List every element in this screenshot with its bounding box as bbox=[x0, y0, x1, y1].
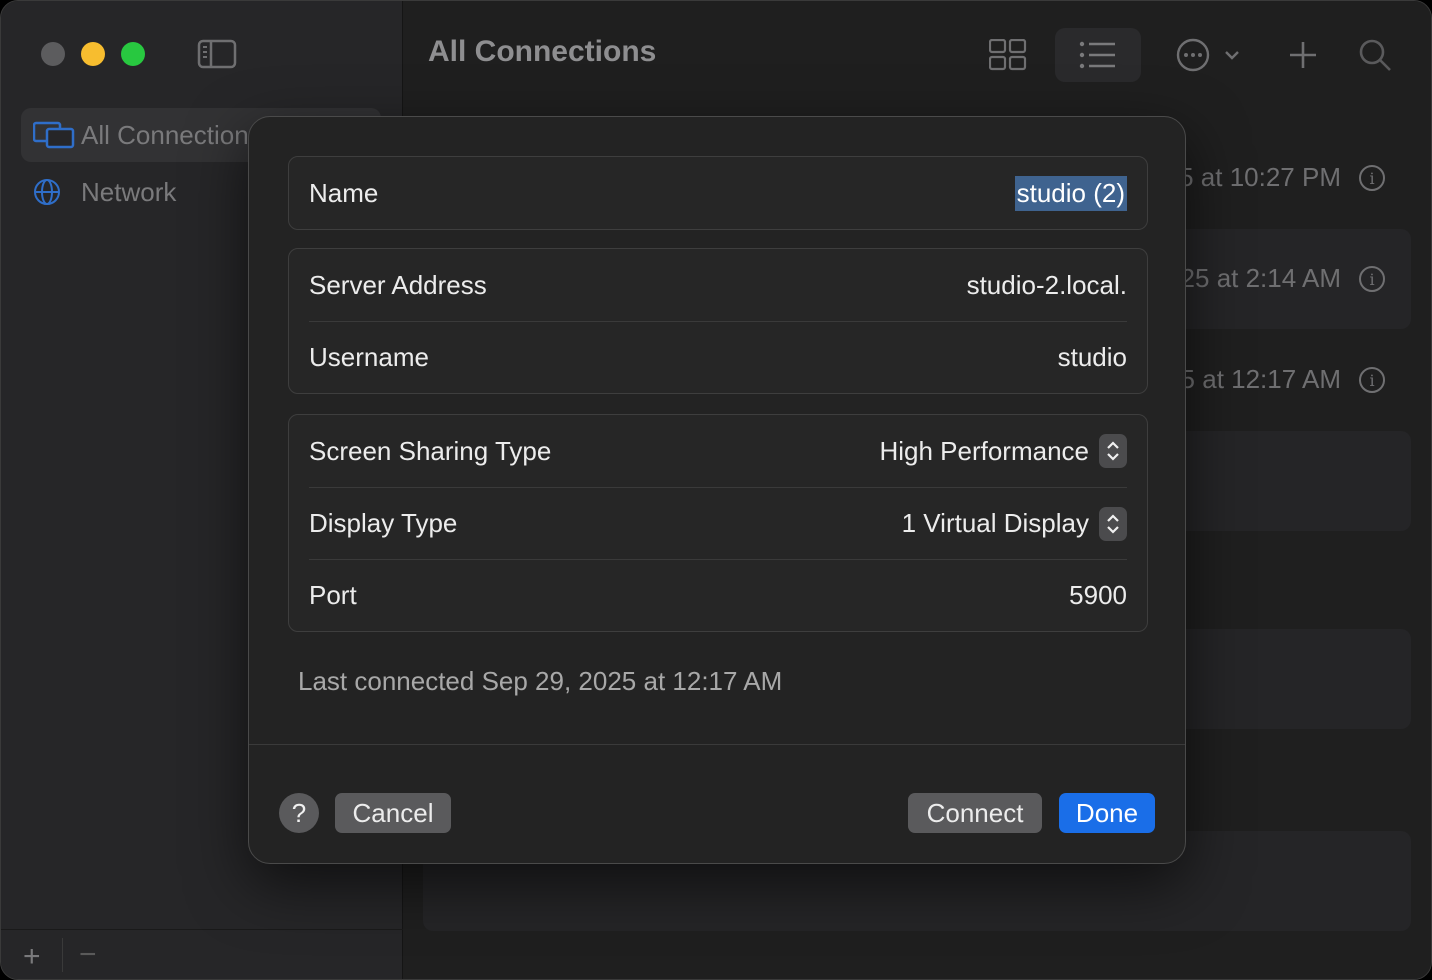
display-type-label: Display Type bbox=[309, 508, 458, 538]
maximize-window-button[interactable] bbox=[121, 42, 145, 66]
name-field[interactable]: studio (2) bbox=[1014, 175, 1127, 211]
sidebar-item-label: All Connections bbox=[81, 119, 262, 150]
help-button[interactable]: ? bbox=[279, 793, 319, 833]
username-row: Username studio bbox=[309, 321, 1127, 393]
server-address-field[interactable]: studio-2.local. bbox=[967, 270, 1127, 301]
close-window-button[interactable] bbox=[41, 42, 65, 66]
connection-settings-dialog: Name studio (2) Server Address studio-2.… bbox=[248, 116, 1186, 864]
list-view-button[interactable] bbox=[1055, 28, 1141, 82]
sidebar-item-label: Network bbox=[81, 176, 177, 207]
remove-connection-button[interactable]: − bbox=[79, 938, 97, 972]
divider bbox=[62, 938, 63, 972]
more-actions-button[interactable] bbox=[1173, 28, 1243, 82]
display-type-select[interactable]: 1 Virtual Display bbox=[901, 506, 1127, 541]
divider bbox=[249, 744, 1185, 745]
name-row: Name studio (2) bbox=[309, 157, 1127, 229]
display-type-row: Display Type 1 Virtual Display bbox=[309, 487, 1127, 559]
username-field[interactable]: studio bbox=[1058, 342, 1127, 373]
sidebar-footer: + − bbox=[1, 929, 403, 979]
info-icon[interactable]: i bbox=[1359, 367, 1385, 393]
name-group: Name studio (2) bbox=[288, 156, 1148, 230]
minimize-window-button[interactable] bbox=[81, 42, 105, 66]
screen-sharing-type-row: Screen Sharing Type High Performance bbox=[309, 415, 1127, 487]
list-view-icon bbox=[1079, 41, 1115, 69]
port-label: Port bbox=[309, 580, 357, 610]
screen-sharing-type-select[interactable]: High Performance bbox=[879, 434, 1127, 468]
last-connected-date: 5 at 12:17 AM bbox=[1180, 364, 1341, 394]
cancel-button[interactable]: Cancel bbox=[335, 793, 451, 833]
app-window: All Connections Network + − All Connecti… bbox=[0, 0, 1432, 980]
info-icon[interactable]: i bbox=[1359, 266, 1385, 292]
last-connected-date: 25 at 2:14 AM bbox=[1180, 263, 1341, 293]
display-group: Screen Sharing Type High Performance Dis… bbox=[288, 414, 1148, 632]
page-title: All Connections bbox=[428, 35, 657, 68]
chevron-up-down-icon[interactable] bbox=[1099, 434, 1127, 468]
port-field[interactable]: 5900 bbox=[1069, 580, 1127, 611]
more-icon bbox=[1176, 38, 1239, 72]
server-group: Server Address studio-2.local. Username … bbox=[288, 248, 1148, 394]
screen-sharing-type-label: Screen Sharing Type bbox=[309, 435, 552, 466]
add-icon bbox=[1290, 42, 1316, 68]
add-button[interactable] bbox=[1283, 28, 1323, 82]
username-label: Username bbox=[309, 342, 429, 372]
grid-view-button[interactable] bbox=[983, 28, 1033, 82]
port-row: Port 5900 bbox=[309, 559, 1127, 631]
displays-icon bbox=[33, 120, 77, 150]
server-address-row: Server Address studio-2.local. bbox=[309, 249, 1127, 321]
name-label: Name bbox=[309, 177, 379, 208]
connect-button[interactable]: Connect bbox=[908, 793, 1042, 833]
display-type-value: 1 Virtual Display bbox=[901, 508, 1089, 538]
info-icon[interactable]: i bbox=[1359, 165, 1385, 191]
grid-view-icon bbox=[989, 39, 1027, 71]
add-connection-button[interactable]: + bbox=[23, 940, 41, 974]
sidebar-toggle-icon[interactable] bbox=[197, 39, 237, 69]
done-button[interactable]: Done bbox=[1059, 793, 1155, 833]
chevron-up-down-icon[interactable] bbox=[1099, 506, 1127, 541]
server-address-label: Server Address bbox=[309, 269, 487, 300]
screen-sharing-type-value: High Performance bbox=[879, 435, 1089, 466]
last-connected-text: Last connected Sep 29, 2025 at 12:17 AM bbox=[298, 666, 783, 696]
globe-icon bbox=[33, 177, 77, 207]
search-button[interactable] bbox=[1355, 28, 1395, 82]
last-connected-date: 5 at 10:27 PM bbox=[1179, 162, 1341, 192]
search-icon bbox=[1359, 39, 1391, 71]
name-value[interactable]: studio (2) bbox=[1014, 175, 1127, 211]
